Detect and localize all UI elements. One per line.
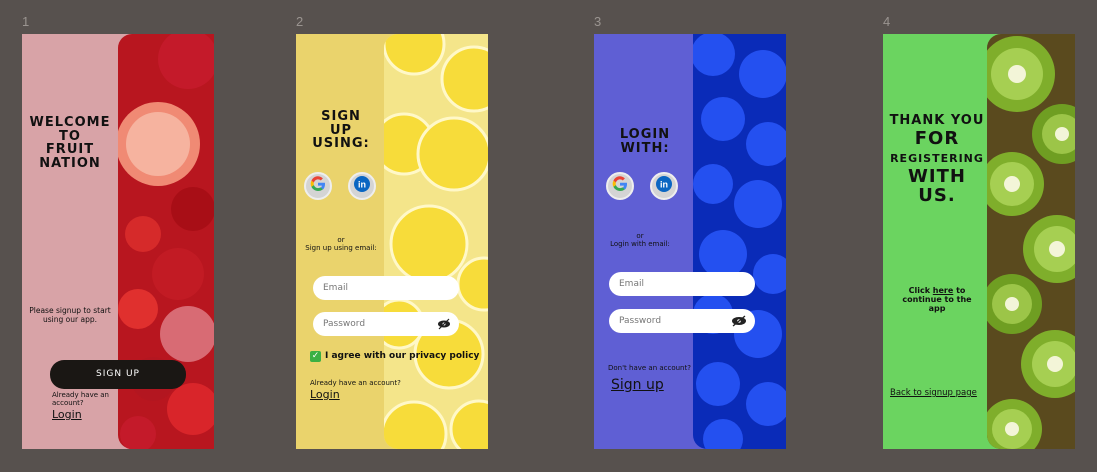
- thank-you-heading: THANK YOU FOR REGISTERING WITH US.: [889, 113, 985, 206]
- login-link[interactable]: Login: [52, 408, 82, 421]
- linkedin-icon: in: [656, 176, 672, 196]
- password-placeholder: Password: [323, 319, 366, 329]
- fruit-photo-kiwis: [987, 34, 1075, 449]
- privacy-agree-text: I agree with our privacy policy: [325, 351, 480, 361]
- back-to-signup-link[interactable]: Back to signup page: [890, 388, 977, 398]
- continue-text: Click here to continue to the app: [902, 286, 972, 313]
- frame-number-2: 2: [296, 14, 304, 29]
- svg-text:in: in: [660, 180, 668, 190]
- or-text: or: [337, 236, 345, 244]
- login-link[interactable]: Login: [310, 388, 340, 401]
- or-text: or: [636, 232, 644, 240]
- here-link[interactable]: here: [933, 286, 954, 295]
- frame-number-1: 1: [22, 14, 30, 29]
- login-screen: LOGIN WITH: in or Login with email: Emai…: [594, 34, 786, 449]
- no-account-text: Don't have an account?: [608, 364, 691, 372]
- svg-text:in: in: [358, 180, 366, 190]
- eye-slash-icon[interactable]: [731, 315, 747, 330]
- linkedin-icon: in: [354, 176, 370, 196]
- login-heading: LOGIN WITH:: [619, 127, 671, 156]
- google-signup-button[interactable]: [304, 172, 332, 200]
- password-field[interactable]: Password: [313, 312, 459, 336]
- thank-you-screen: THANK YOU FOR REGISTERING WITH US. Click…: [883, 34, 1075, 449]
- google-icon: [310, 176, 326, 196]
- welcome-subtitle: Please signup to start using our app.: [29, 306, 111, 324]
- or-sub-text: Sign up using email:: [305, 244, 377, 252]
- eye-slash-icon[interactable]: [437, 318, 451, 333]
- signup-screen: SIGN UP USING: in or Sign up using email…: [296, 34, 488, 449]
- google-icon: [612, 176, 628, 196]
- password-field[interactable]: Password: [609, 309, 755, 333]
- welcome-screen: WELCOME TO FRUIT NATION Please signup to…: [22, 34, 214, 449]
- already-have-account-text: Already have an account?: [52, 391, 109, 407]
- privacy-checkbox[interactable]: ✓: [310, 351, 321, 362]
- or-sub-text: Login with email:: [610, 240, 670, 248]
- sign-up-button[interactable]: SIGN UP: [50, 360, 186, 389]
- signup-heading: SIGN UP USING:: [312, 109, 370, 152]
- frame-number-3: 3: [594, 14, 602, 29]
- password-placeholder: Password: [619, 316, 662, 326]
- linkedin-login-button[interactable]: in: [650, 172, 678, 200]
- already-have-account-text: Already have an account?: [310, 379, 401, 387]
- google-login-button[interactable]: [606, 172, 634, 200]
- email-field[interactable]: Email: [313, 276, 459, 300]
- sign-up-link[interactable]: Sign up: [611, 377, 664, 393]
- email-field[interactable]: Email: [609, 272, 755, 296]
- frame-number-4: 4: [883, 14, 891, 29]
- linkedin-signup-button[interactable]: in: [348, 172, 376, 200]
- fruit-photo-blueberries: [693, 34, 786, 449]
- welcome-heading: WELCOME TO FRUIT NATION: [29, 115, 111, 171]
